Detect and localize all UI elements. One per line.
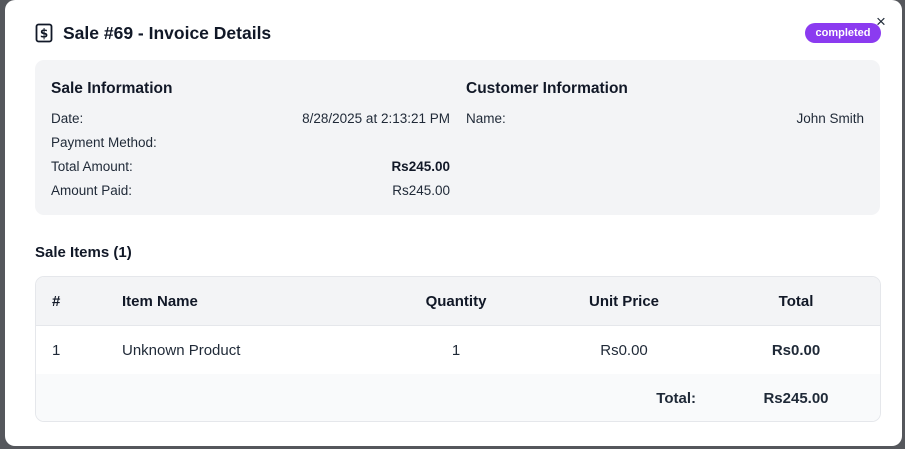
grand-total-label: Total: <box>656 390 696 407</box>
total-amount-label: Total Amount: <box>51 159 133 174</box>
row-item-name: Unknown Product <box>122 342 241 359</box>
status-badge: completed <box>805 23 881 43</box>
customer-name-label: Name: <box>466 111 506 126</box>
col-number: # <box>52 293 61 310</box>
payment-method-label: Payment Method: <box>51 135 157 150</box>
info-card: Sale Information Date: 8/28/2025 at 2:13… <box>35 60 880 215</box>
amount-paid-value: Rs245.00 <box>392 183 450 198</box>
dollar-receipt-icon: $ <box>35 23 53 43</box>
col-item-name: Item Name <box>122 293 198 310</box>
customer-info-title: Customer Information <box>466 80 628 97</box>
row-quantity: 1 <box>451 342 461 359</box>
row-unit-price: Rs0.00 <box>600 342 648 359</box>
amount-paid-label: Amount Paid: <box>51 183 133 198</box>
grand-total-value: Rs245.00 <box>763 390 829 407</box>
table-header: # Item Name Quantity Unit Price Total <box>36 277 880 326</box>
col-unit-price: Unit Price <box>588 293 660 310</box>
row-number: 1 <box>52 342 61 359</box>
customer-name-value: John Smith <box>796 111 864 126</box>
table-row: 1 Unknown Product 1 Rs0.00 Rs0.00 <box>36 326 880 374</box>
sale-items-title: Sale Items (1) <box>35 244 132 261</box>
date-value: 8/28/2025 at 2:13:21 PM <box>302 111 450 126</box>
dialog-title: Sale #69 - Invoice Details <box>63 23 272 43</box>
sale-items-table: # Item Name Quantity Unit Price Total 1 … <box>35 276 881 422</box>
table-footer: Total: Rs245.00 <box>36 374 880 421</box>
sale-info-title: Sale Information <box>51 80 173 97</box>
date-label: Date: <box>51 111 84 126</box>
svg-text:$: $ <box>40 27 48 41</box>
col-quantity: Quantity <box>425 293 487 310</box>
total-amount-value: Rs245.00 <box>391 159 450 174</box>
invoice-dialog: × $ Sale #69 - Invoice Details completed… <box>5 0 902 446</box>
row-total: Rs0.00 <box>771 342 821 359</box>
col-total: Total <box>778 293 814 310</box>
